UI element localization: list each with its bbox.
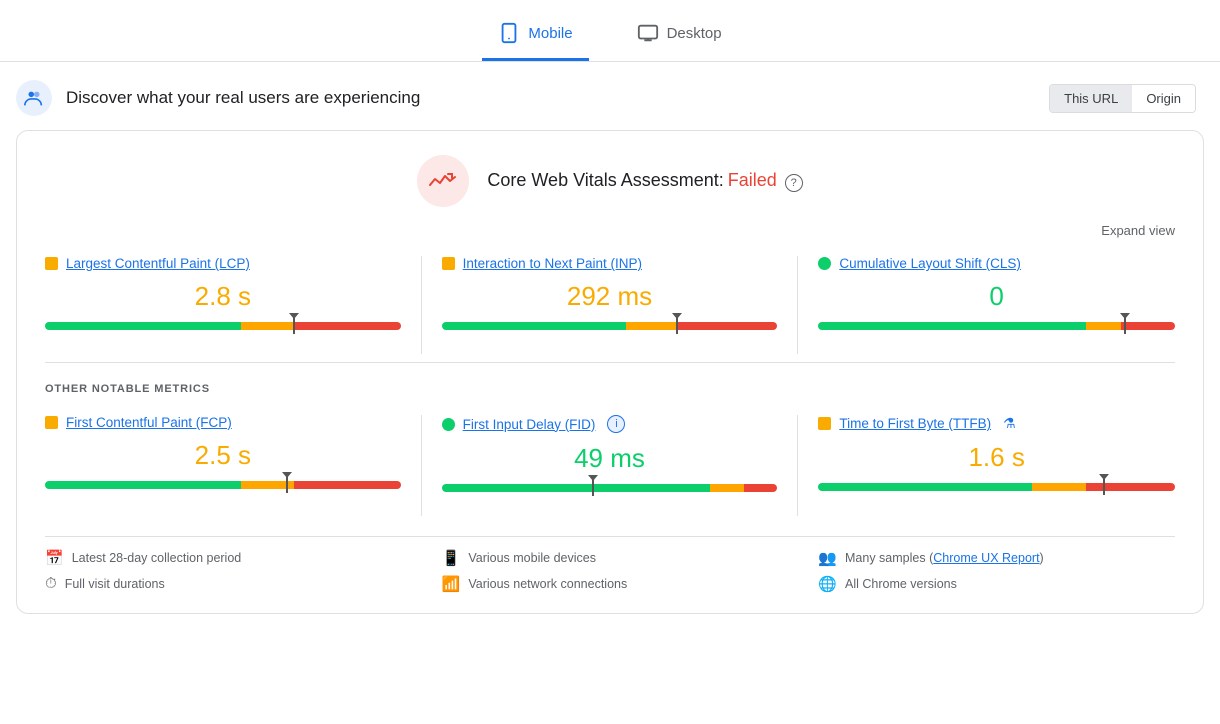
cwv-status: Failed [728, 170, 777, 190]
progress-bar-cls [818, 322, 1175, 330]
footer-devices-text: Various mobile devices [468, 551, 596, 565]
metric-value-inp: 292 ms [442, 281, 778, 312]
cwv-title-row: Core Web Vitals Assessment: Failed ? [487, 170, 802, 191]
header-title: Discover what your real users are experi… [66, 88, 420, 108]
footer-col-3: 👥 Many samples (Chrome UX Report) 🌐 All … [798, 549, 1175, 593]
expand-view-link[interactable]: Expand view [1101, 223, 1175, 238]
progress-bar-ttfb [818, 483, 1175, 491]
origin-button[interactable]: Origin [1132, 85, 1195, 112]
desktop-icon [637, 22, 659, 44]
progress-bar-fid [442, 484, 778, 492]
main-card: Core Web Vitals Assessment: Failed ? Exp… [16, 130, 1204, 614]
header-left: Discover what your real users are experi… [16, 80, 420, 116]
url-toggle: This URL Origin [1049, 84, 1196, 113]
other-metrics-grid: First Contentful Paint (FCP) 2.5 s First… [45, 415, 1175, 516]
footer-col-1: 📅 Latest 28-day collection period ⏱ Full… [45, 549, 422, 593]
cwv-failed-icon [428, 171, 458, 191]
footer-network-text: Various network connections [468, 577, 627, 591]
metric-col-ttfb: Time to First Byte (TTFB) ⚗ 1.6 s [798, 415, 1175, 516]
cwv-header: Core Web Vitals Assessment: Failed ? [45, 155, 1175, 207]
metric-col-lcp: Largest Contentful Paint (LCP) 2.8 s [45, 256, 422, 354]
users-icon [23, 87, 45, 109]
cwv-help-icon[interactable]: ? [785, 174, 803, 192]
calendar-icon: 📅 [45, 549, 64, 567]
metric-col-cls: Cumulative Layout Shift (CLS) 0 [798, 256, 1175, 354]
metric-dot-lcp [45, 257, 58, 270]
metric-name-cls[interactable]: Cumulative Layout Shift (CLS) [839, 256, 1021, 271]
metric-col-fcp: First Contentful Paint (FCP) 2.5 s [45, 415, 422, 516]
tab-mobile[interactable]: Mobile [482, 12, 588, 61]
mobile-icon [498, 22, 520, 44]
progress-bar-lcp [45, 322, 401, 330]
timer-icon: ⏱ [45, 575, 57, 592]
expand-row: Expand view [45, 223, 1175, 238]
footer-28day-text: Latest 28-day collection period [72, 551, 242, 565]
metric-value-lcp: 2.8 s [45, 281, 401, 312]
metric-dot-fid [442, 418, 455, 431]
metric-col-fid: First Input Delay (FID) i 49 ms [422, 415, 799, 516]
metric-value-fcp: 2.5 s [45, 440, 401, 471]
footer-col-2: 📱 Various mobile devices 📶 Various netwo… [422, 549, 799, 593]
devices-icon: 📱 [442, 549, 461, 567]
crux-avatar [16, 80, 52, 116]
footer-item-devices: 📱 Various mobile devices [442, 549, 779, 567]
core-metrics-grid: Largest Contentful Paint (LCP) 2.8 s Int… [45, 256, 1175, 354]
cwv-assessment-label: Core Web Vitals Assessment: [487, 170, 723, 190]
metric-name-fcp[interactable]: First Contentful Paint (FCP) [66, 415, 232, 430]
tab-desktop-label: Desktop [667, 25, 722, 42]
metric-value-ttfb: 1.6 s [818, 442, 1175, 473]
footer-chrome-text: All Chrome versions [845, 577, 957, 591]
metric-dot-fcp [45, 416, 58, 429]
footer-samples-text: Many samples (Chrome UX Report) [845, 551, 1044, 565]
crux-report-link[interactable]: Chrome UX Report [933, 551, 1039, 565]
cwv-icon-wrap [417, 155, 469, 207]
metric-value-cls: 0 [818, 281, 1175, 312]
metric-col-inp: Interaction to Next Paint (INP) 292 ms [422, 256, 799, 354]
progress-bar-inp [442, 322, 778, 330]
footer-duration-text: Full visit durations [65, 577, 165, 591]
metric-dot-cls [818, 257, 831, 270]
metric-name-ttfb[interactable]: Time to First Byte (TTFB) [839, 416, 991, 431]
footer-item-chrome: 🌐 All Chrome versions [818, 575, 1155, 593]
info-icon-fid[interactable]: i [607, 415, 625, 433]
chrome-icon: 🌐 [818, 575, 837, 593]
progress-bar-fcp [45, 481, 401, 489]
metric-name-fid[interactable]: First Input Delay (FID) [463, 417, 596, 432]
metric-dot-ttfb [818, 417, 831, 430]
footer-grid: 📅 Latest 28-day collection period ⏱ Full… [45, 536, 1175, 593]
this-url-button[interactable]: This URL [1050, 85, 1132, 112]
footer-item-network: 📶 Various network connections [442, 575, 779, 593]
metric-name-inp[interactable]: Interaction to Next Paint (INP) [463, 256, 642, 271]
samples-icon: 👥 [818, 549, 837, 567]
lab-icon-ttfb: ⚗ [1003, 415, 1016, 432]
footer-item-28day: 📅 Latest 28-day collection period [45, 549, 402, 567]
metric-dot-inp [442, 257, 455, 270]
tab-mobile-label: Mobile [528, 25, 572, 42]
header-row: Discover what your real users are experi… [0, 62, 1220, 130]
section-divider [45, 362, 1175, 363]
tab-desktop[interactable]: Desktop [621, 12, 738, 61]
metric-value-fid: 49 ms [442, 443, 778, 474]
footer-item-samples: 👥 Many samples (Chrome UX Report) [818, 549, 1155, 567]
metric-name-lcp[interactable]: Largest Contentful Paint (LCP) [66, 256, 250, 271]
footer-item-duration: ⏱ Full visit durations [45, 575, 402, 592]
network-icon: 📶 [442, 575, 461, 593]
tab-bar: Mobile Desktop [0, 0, 1220, 62]
other-metrics-label: OTHER NOTABLE METRICS [45, 383, 1175, 395]
